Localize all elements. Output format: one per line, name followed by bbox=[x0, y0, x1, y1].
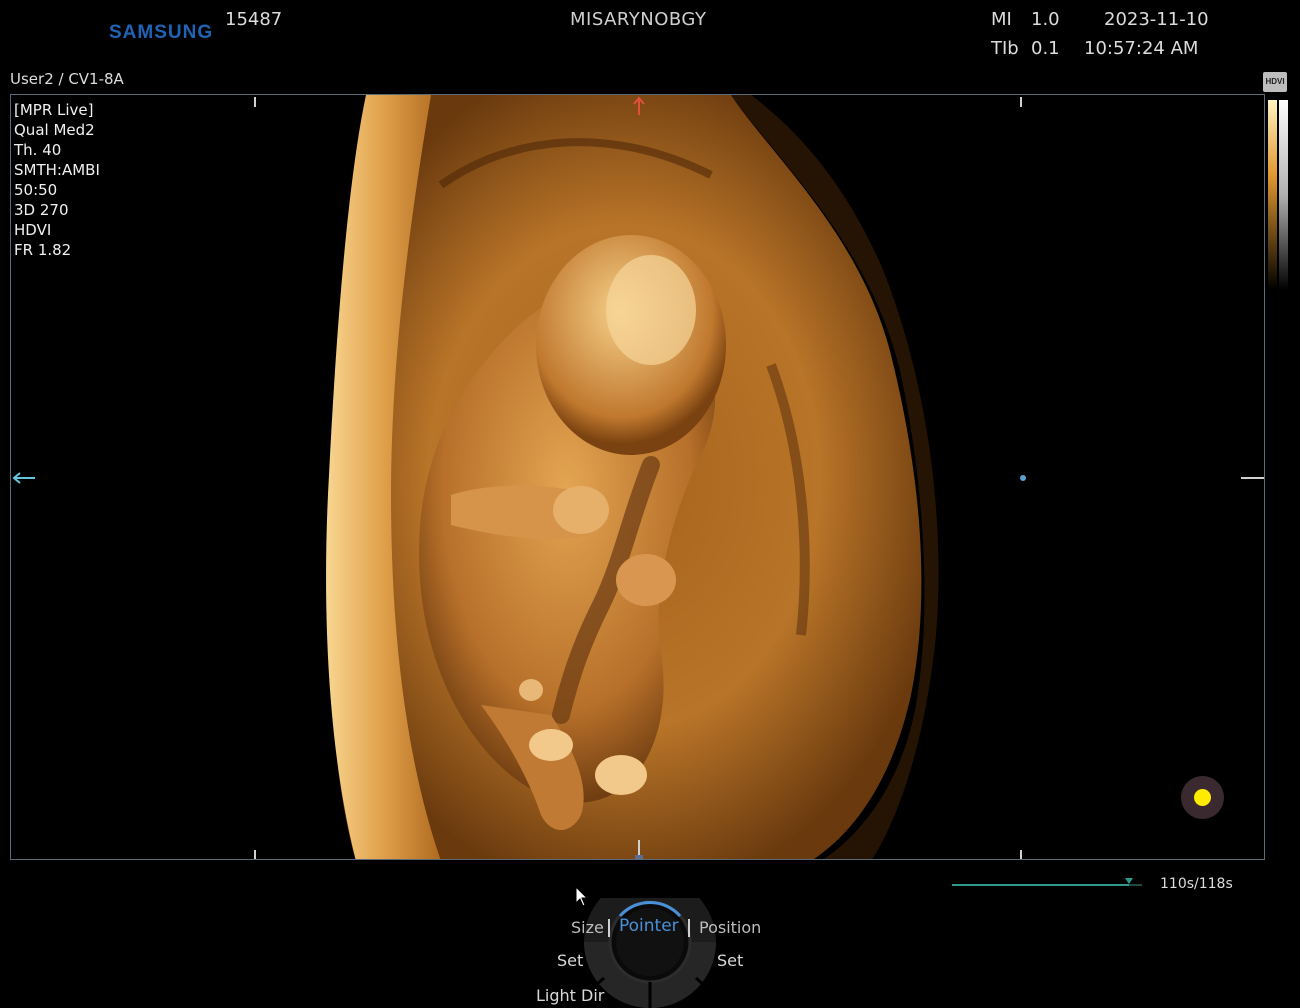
image-viewport[interactable]: [MPR Live] Qual Med2 Th. 40 SMTH:AMBI 50… bbox=[10, 94, 1265, 860]
tib-value: 0.1 bbox=[1031, 38, 1060, 59]
param-render-mode: HDVI bbox=[14, 221, 52, 239]
size-button[interactable]: Size bbox=[571, 918, 604, 937]
samsung-logo: SAMSUNG bbox=[109, 22, 214, 43]
grayscale-colorbar bbox=[1268, 100, 1288, 290]
probe-preset: User2 / CV1-8A bbox=[10, 70, 124, 88]
separator bbox=[608, 919, 610, 937]
yellow-dot-icon bbox=[1194, 789, 1211, 806]
institution-name: MISARYNOBGY bbox=[570, 9, 707, 30]
exam-date: 2023-11-10 bbox=[1104, 9, 1209, 30]
patient-id: 15487 bbox=[225, 9, 283, 30]
set-right-button[interactable]: Set bbox=[717, 951, 743, 970]
param-3d-angle: 3D 270 bbox=[14, 201, 69, 219]
tib-label: TIb bbox=[991, 38, 1019, 59]
cine-progress-bar[interactable] bbox=[952, 878, 1142, 892]
fetal-3d-render bbox=[12, 95, 1264, 859]
acquisition-parameters: [MPR Live] Qual Med2 Th. 40 SMTH:AMBI 50… bbox=[14, 100, 100, 260]
exam-time: 10:57:24 AM bbox=[1084, 38, 1199, 59]
cine-counter: 110s/118s bbox=[1160, 876, 1233, 892]
set-left-button[interactable]: Set bbox=[557, 951, 583, 970]
param-frame-rate: FR 1.82 bbox=[14, 241, 72, 259]
light-dir-button[interactable]: Light Dir bbox=[536, 986, 604, 1005]
param-smoothing: SMTH:AMBI bbox=[14, 161, 100, 179]
param-quality: Qual Med2 bbox=[14, 121, 95, 139]
position-button[interactable]: Position bbox=[699, 918, 761, 937]
param-mode: [MPR Live] bbox=[14, 101, 94, 119]
param-threshold: Th. 40 bbox=[14, 141, 62, 159]
pointer-button[interactable]: Pointer bbox=[619, 916, 679, 936]
mi-value: 1.0 bbox=[1031, 9, 1060, 30]
param-mix: 50:50 bbox=[14, 181, 58, 199]
separator bbox=[688, 919, 690, 937]
mi-label: MI bbox=[991, 9, 1012, 30]
hdvi-badge[interactable]: HDVI bbox=[1263, 72, 1287, 92]
